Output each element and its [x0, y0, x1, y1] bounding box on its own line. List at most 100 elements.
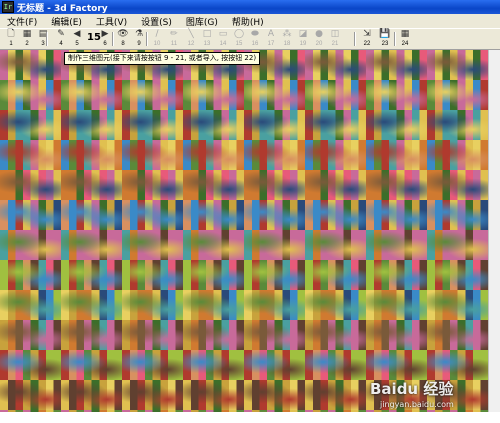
toolbar-button-number: 2 [25, 41, 29, 47]
toolbar-button-8[interactable]: 👁 8 [116, 29, 130, 49]
toolbar-button-20[interactable]: ● 20 [312, 29, 326, 49]
pattern-band [0, 290, 61, 320]
pattern-band [427, 350, 488, 380]
toolbar-button-2[interactable]: ▦ 2 [20, 29, 34, 49]
stereogram-tile [366, 50, 427, 412]
toolbar-button-number: 10 [153, 41, 161, 47]
toolbar-button-13[interactable]: □ 13 [200, 29, 214, 49]
pattern-band [427, 110, 488, 140]
menu-file[interactable]: 文件(F) [0, 15, 44, 28]
toolbar-button-15[interactable]: ◯ 15 [232, 29, 246, 49]
stereogram-image[interactable] [0, 50, 488, 412]
pattern-band [244, 80, 305, 110]
pattern-band [61, 200, 122, 230]
toolbar-button-number: 9 [137, 41, 141, 47]
toolbar-button-number: 23 [381, 41, 389, 47]
pattern-band [0, 110, 61, 140]
save-icon: 💾 [379, 29, 391, 39]
pattern-band [0, 170, 61, 200]
toolbar-button-16[interactable]: ⬬ 16 [248, 29, 262, 49]
pattern-band [122, 140, 183, 170]
pattern-band [122, 380, 183, 410]
pattern-band [427, 80, 488, 110]
toolbar-button-6[interactable]: ▶ 6 [98, 29, 112, 49]
pattern-band [0, 140, 61, 170]
vertical-scrollbar[interactable] [488, 50, 500, 412]
pattern-band [366, 110, 427, 140]
pattern-band [366, 50, 427, 80]
fill-icon: ◪ [298, 29, 308, 39]
rect-icon: □ [202, 29, 212, 39]
toolbar-button-19[interactable]: ◪ 19 [296, 29, 310, 49]
pattern-band [61, 140, 122, 170]
toolbar-button-5[interactable]: ◀ 5 [70, 29, 84, 49]
toolbar-separator [146, 32, 148, 46]
pattern-band [122, 170, 183, 200]
spray-icon: ⁂ [282, 29, 292, 39]
pattern-band [366, 290, 427, 320]
pattern-band [244, 230, 305, 260]
toolbar-button-17[interactable]: A 17 [264, 29, 278, 49]
pen-icon: ✎ [57, 29, 65, 39]
menu-tools[interactable]: 工具(V) [89, 15, 134, 28]
window-title: 无标题 - 3d Factory [17, 3, 108, 14]
circle-fill-icon: ● [315, 29, 323, 39]
pattern-band [183, 350, 244, 380]
pattern-band [305, 50, 366, 80]
pattern-band [305, 170, 366, 200]
menu-gallery[interactable]: 图库(G) [179, 15, 225, 28]
pattern-band [61, 80, 122, 110]
toolbar-button-number: 8 [121, 41, 125, 47]
pattern-band [122, 350, 183, 380]
toolbar-button-12[interactable]: ╲ 12 [184, 29, 198, 49]
toolbar-button-number: 14 [219, 41, 227, 47]
rect-fill-icon: ▭ [218, 29, 228, 39]
menu-settings[interactable]: 设置(S) [134, 15, 179, 28]
pattern-band [183, 140, 244, 170]
stereogram-tile [427, 50, 488, 412]
toolbar-button-23[interactable]: 💾 23 [378, 29, 392, 49]
menu-help[interactable]: 帮助(H) [225, 15, 271, 28]
stereogram-tile [305, 50, 366, 412]
grid-large-icon: ▦ [400, 29, 410, 39]
toolbar-button-number: 16 [251, 41, 259, 47]
pattern-band [122, 230, 183, 260]
toolbar-button-number: 21 [331, 41, 339, 47]
toolbar-button-18[interactable]: ⁂ 18 [280, 29, 294, 49]
pattern-band [427, 260, 488, 290]
toolbar-separator [112, 32, 114, 46]
toolbar-button-number: 13 [203, 41, 211, 47]
pattern-band [0, 350, 61, 380]
text-icon: A [267, 29, 275, 39]
menu-bar: 文件(F) 编辑(E) 工具(V) 设置(S) 图库(G) 帮助(H) [0, 14, 500, 29]
menu-edit[interactable]: 编辑(E) [44, 15, 89, 28]
toolbar-button-22[interactable]: ⇲ 22 [360, 29, 374, 49]
toolbar-button-14[interactable]: ▭ 14 [216, 29, 230, 49]
toolbar-button-21[interactable]: ◫ 21 [328, 29, 342, 49]
toolbar: 15 🗋 1 ▦ 2 ▤ 3 ✎ 4 ◀ 5 ▶ 6 👁 8 ⚗ 9/10 ✏ 11 ╲ 12 □ 13 ▭ 14 ◯ 15 ⬬ 16… [0, 29, 500, 50]
toolbar-button-10[interactable]: / 10 [150, 29, 164, 49]
toolbar-button-11[interactable]: ✏ 11 [167, 29, 181, 49]
pattern-band [61, 290, 122, 320]
toolbar-button-number: 12 [187, 41, 195, 47]
pattern-band [122, 320, 183, 350]
pattern-band [61, 380, 122, 410]
pattern-band [305, 80, 366, 110]
pattern-band [0, 230, 61, 260]
pattern-band [305, 320, 366, 350]
pattern-band [122, 260, 183, 290]
pattern-band [183, 260, 244, 290]
watermark-url: jingyan.baidu.com [380, 400, 454, 409]
pattern-band [305, 110, 366, 140]
toolbar-button-number: 11 [170, 41, 178, 47]
pattern-band [366, 140, 427, 170]
toolbar-button-9[interactable]: ⚗ 9 [132, 29, 146, 49]
toolbar-button-4[interactable]: ✎ 4 [54, 29, 68, 49]
toolbar-button-1[interactable]: 🗋 1 [4, 29, 18, 49]
toolbar-button-24[interactable]: ▦ 24 [398, 29, 412, 49]
pattern-band [366, 80, 427, 110]
pattern-band [183, 230, 244, 260]
toolbar-button-number: 17 [267, 41, 275, 47]
pattern-band [183, 80, 244, 110]
pattern-band [0, 320, 61, 350]
